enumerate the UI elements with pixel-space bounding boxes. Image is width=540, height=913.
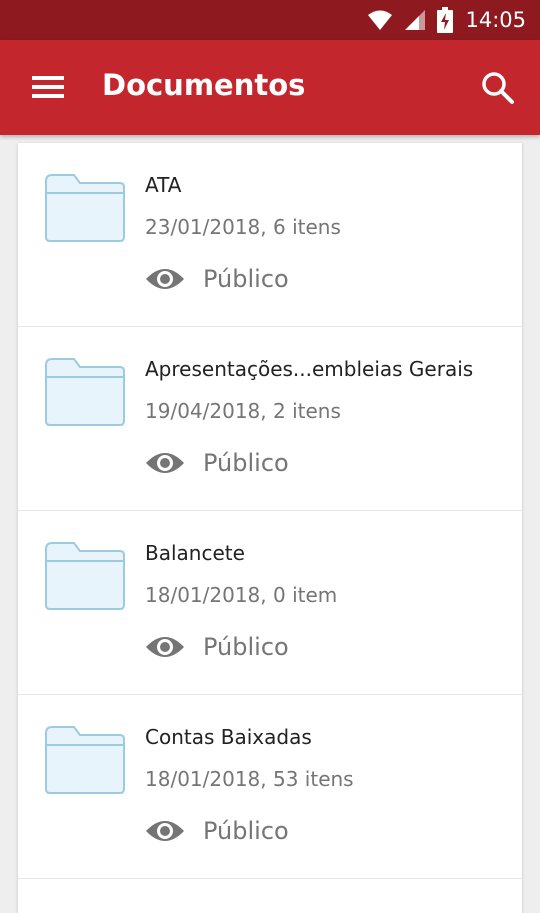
- visibility-label: Público: [203, 449, 289, 477]
- visibility-row: Público: [145, 813, 289, 849]
- folder-meta: 19/04/2018, 2 itens: [145, 399, 341, 423]
- page-title: Documentos: [102, 68, 306, 102]
- visibility-row: Público: [145, 261, 289, 297]
- menu-icon[interactable]: [28, 69, 68, 105]
- eye-icon: [146, 269, 184, 289]
- wifi-icon: [368, 10, 393, 30]
- folder-item-balancete[interactable]: Balancete 18/01/2018, 0 item Público: [18, 511, 522, 695]
- folder-icon: [45, 542, 125, 610]
- visibility-row: Público: [145, 445, 289, 481]
- app-bar: Documentos: [0, 40, 540, 135]
- folder-meta: 18/01/2018, 53 itens: [145, 767, 354, 791]
- eye-icon: [146, 821, 184, 841]
- folder-item-apresentacoes[interactable]: Apresentações...embleias Gerais 19/04/20…: [18, 327, 522, 511]
- visibility-row: Público: [145, 629, 289, 665]
- folder-meta: 18/01/2018, 0 item: [145, 583, 338, 607]
- folder-name: Contas Baixadas: [145, 725, 312, 749]
- folder-meta: 23/01/2018, 6 itens: [145, 215, 341, 239]
- visibility-label: Público: [203, 265, 289, 293]
- status-bar: 14:05: [0, 0, 540, 40]
- folder-item-contas-baixadas[interactable]: Contas Baixadas 18/01/2018, 53 itens Púb…: [18, 695, 522, 879]
- visibility-label: Público: [203, 817, 289, 845]
- status-time: 14:05: [465, 8, 526, 32]
- folder-icon: [45, 358, 125, 426]
- folder-name: Balancete: [145, 541, 245, 565]
- visibility-label: Público: [203, 633, 289, 661]
- signal-icon: [405, 10, 426, 30]
- search-icon[interactable]: [478, 68, 518, 108]
- folder-list: ATA 23/01/2018, 6 itens Público Apresent…: [18, 143, 522, 913]
- status-icons: 14:05: [367, 0, 526, 40]
- folder-icon: [45, 726, 125, 794]
- eye-icon: [146, 637, 184, 657]
- folder-name: ATA: [145, 173, 182, 197]
- battery-charging-icon: [437, 7, 454, 33]
- eye-icon: [146, 453, 184, 473]
- folder-name: Apresentações...embleias Gerais: [145, 357, 474, 381]
- folder-item-ata[interactable]: ATA 23/01/2018, 6 itens Público: [18, 143, 522, 327]
- folder-icon: [45, 174, 125, 242]
